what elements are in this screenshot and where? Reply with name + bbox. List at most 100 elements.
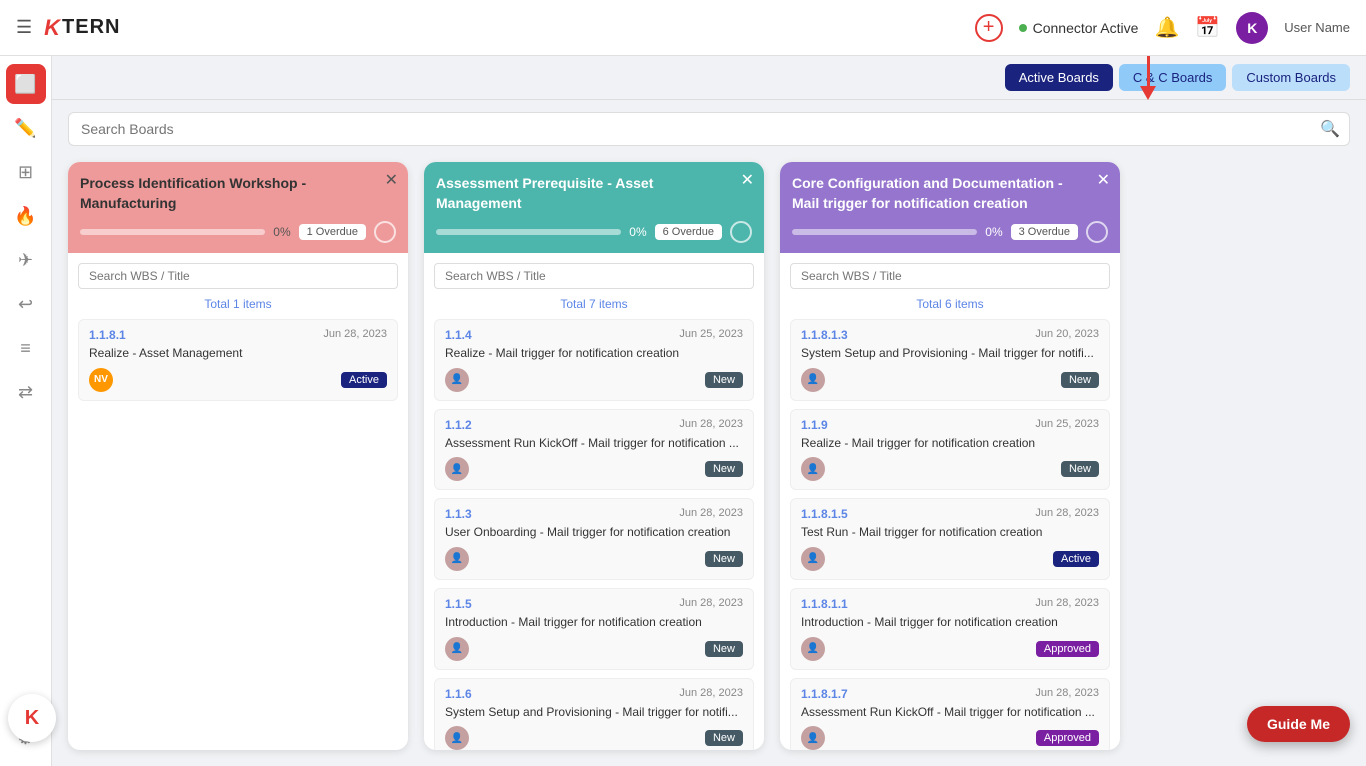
sidebar-item-edit[interactable]: ✏️ [6,108,46,148]
progress-percent: 0% [629,225,646,239]
task-footer: 👤 New [445,726,743,750]
board-search-input[interactable] [78,263,398,289]
board-header: Core Configuration and Documentation - M… [780,162,1120,253]
task-header: 1.1.2 Jun 28, 2023 [445,418,743,432]
circle-button[interactable] [1086,221,1108,243]
close-button[interactable]: ✕ [385,170,398,190]
task-header: 1.1.8.1.5 Jun 28, 2023 [801,507,1099,521]
sidebar-item-send[interactable]: ✈ [6,240,46,280]
task-header: 1.1.3 Jun 28, 2023 [445,507,743,521]
task-date: Jun 28, 2023 [1035,507,1099,521]
task-item[interactable]: 1.1.8.1.7 Jun 28, 2023 Assessment Run Ki… [790,678,1110,750]
status-badge: Active [1053,551,1099,567]
status-badge: New [705,461,743,477]
task-item[interactable]: 1.1.3 Jun 28, 2023 User Onboarding - Mai… [434,498,754,580]
status-badge: New [1061,372,1099,388]
notification-icon[interactable]: 🔔 [1154,15,1179,40]
custom-boards-tab[interactable]: Custom Boards [1232,64,1350,91]
task-title: Realize - Mail trigger for notification … [445,346,743,362]
task-header: 1.1.8.1.3 Jun 20, 2023 [801,328,1099,342]
task-date: Jun 20, 2023 [1035,328,1099,342]
task-item[interactable]: 1.1.8.1.5 Jun 28, 2023 Test Run - Mail t… [790,498,1110,580]
task-footer: 👤 New [801,457,1099,481]
progress-row: 0% 1 Overdue [80,221,396,243]
task-item[interactable]: 1.1.5 Jun 28, 2023 Introduction - Mail t… [434,588,754,670]
guide-me-button[interactable]: Guide Me [1247,706,1350,742]
task-footer: NV Active [89,368,387,392]
close-button[interactable]: ✕ [1097,170,1110,190]
board-title: Core Configuration and Documentation - M… [792,174,1108,213]
task-wbs: 1.1.8.1.3 [801,328,848,342]
task-item[interactable]: 1.1.4 Jun 25, 2023 Realize - Mail trigge… [434,319,754,401]
layout: ⬜ ✏️ ⊞ 🔥 ✈ ↩ ≡ ⇄ ⚙ Active Boards C & C B… [0,56,1366,766]
sidebar-item-shuffle[interactable]: ⇄ [6,372,46,412]
task-title: System Setup and Provisioning - Mail tri… [801,346,1099,362]
sidebar-item-fire[interactable]: 🔥 [6,196,46,236]
status-badge: New [1061,461,1099,477]
board-header: Assessment Prerequisite - Asset Manageme… [424,162,764,253]
board-title: Process Identification Workshop - Manufa… [80,174,396,213]
task-header: 1.1.5 Jun 28, 2023 [445,597,743,611]
sidebar-item-home[interactable]: ⬜ [6,64,46,104]
progress-percent: 0% [273,225,290,239]
task-item[interactable]: 1.1.9 Jun 25, 2023 Realize - Mail trigge… [790,409,1110,491]
board-search-input[interactable] [434,263,754,289]
task-wbs: 1.1.8.1.7 [801,687,848,701]
task-wbs: 1.1.4 [445,328,472,342]
task-item[interactable]: 1.1.8.1.3 Jun 20, 2023 System Setup and … [790,319,1110,401]
overdue-badge: 6 Overdue [655,224,722,240]
avatar: 👤 [445,547,469,571]
connector-label: Connector Active [1033,20,1139,36]
avatar: 👤 [801,368,825,392]
board-title: Assessment Prerequisite - Asset Manageme… [436,174,752,213]
task-item[interactable]: 1.1.2 Jun 28, 2023 Assessment Run KickOf… [434,409,754,491]
task-date: Jun 28, 2023 [679,597,743,611]
status-badge: New [705,551,743,567]
board-search-input[interactable] [790,263,1110,289]
task-footer: 👤 Approved [801,637,1099,661]
task-title: System Setup and Provisioning - Mail tri… [445,705,743,721]
task-item[interactable]: 1.1.6 Jun 28, 2023 System Setup and Prov… [434,678,754,750]
task-title: Test Run - Mail trigger for notification… [801,525,1099,541]
avatar: 👤 [801,547,825,571]
search-bar: 🔍 [68,112,1350,146]
sidebar-item-grid[interactable]: ⊞ [6,152,46,192]
task-wbs: 1.1.8.1.5 [801,507,848,521]
task-item[interactable]: 1.1.8.1 Jun 28, 2023 Realize - Asset Man… [78,319,398,401]
overdue-badge: 1 Overdue [299,224,366,240]
circle-button[interactable] [730,221,752,243]
search-icon: 🔍 [1320,119,1340,139]
avatar: 👤 [801,637,825,661]
k-widget[interactable]: K [8,694,56,742]
add-button[interactable]: + [975,14,1003,42]
calendar-icon[interactable]: 📅 [1195,15,1220,40]
circle-button[interactable] [374,221,396,243]
sidebar-item-return[interactable]: ↩ [6,284,46,324]
task-header: 1.1.8.1.7 Jun 28, 2023 [801,687,1099,701]
task-header: 1.1.6 Jun 28, 2023 [445,687,743,701]
task-date: Jun 25, 2023 [679,328,743,342]
search-input[interactable] [68,112,1350,146]
avatar[interactable]: K [1236,12,1268,44]
sidebar-item-list[interactable]: ≡ [6,328,46,368]
menu-icon[interactable]: ☰ [16,17,32,38]
task-date: Jun 25, 2023 [1035,418,1099,432]
total-items: Total 6 items [790,297,1110,311]
cc-boards-tab[interactable]: C & C Boards [1119,64,1226,91]
progress-bar [792,229,977,235]
board-body: Total 6 items 1.1.8.1.3 Jun 20, 2023 Sys… [780,253,1120,750]
task-title: Realize - Asset Management [89,346,387,362]
task-footer: 👤 New [445,547,743,571]
task-footer: 👤 Approved [801,726,1099,750]
task-item[interactable]: 1.1.8.1.1 Jun 28, 2023 Introduction - Ma… [790,588,1110,670]
task-footer: 👤 New [445,637,743,661]
total-items: Total 1 items [78,297,398,311]
task-header: 1.1.8.1 Jun 28, 2023 [89,328,387,342]
active-boards-tab[interactable]: Active Boards [1005,64,1113,91]
close-button[interactable]: ✕ [741,170,754,190]
task-title: Assessment Run KickOff - Mail trigger fo… [801,705,1099,721]
avatar: 👤 [801,457,825,481]
arrow-head [1140,86,1156,100]
status-badge: Approved [1036,730,1099,746]
task-wbs: 1.1.5 [445,597,472,611]
